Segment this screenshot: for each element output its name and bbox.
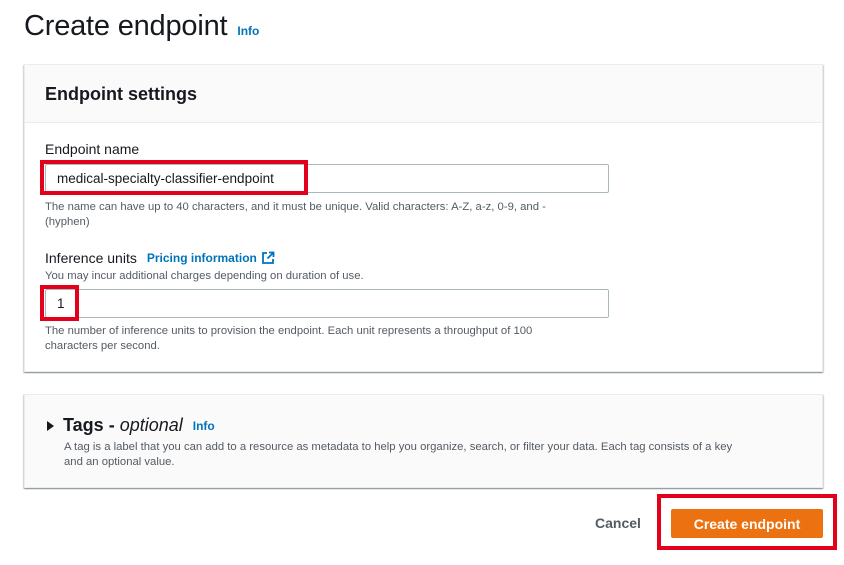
inference-units-description: The number of inference units to provisi… [45, 324, 532, 354]
caret-right-icon[interactable] [47, 420, 54, 431]
external-link-icon [261, 251, 275, 265]
tags-description-line2: and an optional value. [64, 456, 175, 468]
endpoint-name-label: Endpoint name [45, 141, 140, 157]
inference-units-label-row: Inference units Pricing information [45, 250, 275, 266]
tags-description-line1: A tag is a label that you can add to a r… [64, 441, 733, 453]
inference-units-hint: You may incur additional charges dependi… [45, 270, 364, 282]
inference-units-description-line2: characters per second. [45, 340, 160, 352]
tags-panel: Tags - optional Info A tag is a label th… [24, 394, 823, 488]
tags-dash: - [108, 415, 115, 435]
endpoint-settings-heading: Endpoint settings [45, 84, 197, 104]
page-header: Create endpoint Info [24, 10, 259, 43]
endpoint-name-description-line2: (hyphen) [45, 216, 90, 228]
page-info-link[interactable]: Info [237, 24, 259, 38]
cancel-button[interactable]: Cancel [584, 508, 652, 538]
endpoint-name-description-line1: The name can have up to 40 characters, a… [45, 201, 546, 213]
tags-header[interactable]: Tags - optional Info [47, 415, 215, 436]
endpoint-settings-header: Endpoint settings [25, 65, 822, 123]
inference-units-description-line1: The number of inference units to provisi… [45, 325, 533, 337]
tags-info-link[interactable]: Info [193, 419, 215, 433]
tags-optional-label: optional [119, 415, 183, 435]
pricing-information-link[interactable]: Pricing information [147, 251, 275, 265]
tags-description: A tag is a label that you can add to a r… [64, 440, 804, 470]
pricing-information-label: Pricing information [146, 251, 257, 265]
tags-title: Tags [63, 415, 104, 435]
create-endpoint-button[interactable]: Create endpoint [671, 509, 823, 538]
inference-units-input[interactable] [45, 289, 609, 318]
endpoint-name-description: The name can have up to 40 characters, a… [45, 200, 546, 230]
page-title: Create endpoint [24, 10, 228, 42]
inference-units-label: Inference units [45, 250, 137, 266]
endpoint-name-input[interactable] [45, 164, 609, 193]
endpoint-settings-panel: Endpoint settings Endpoint name The name… [24, 64, 823, 372]
